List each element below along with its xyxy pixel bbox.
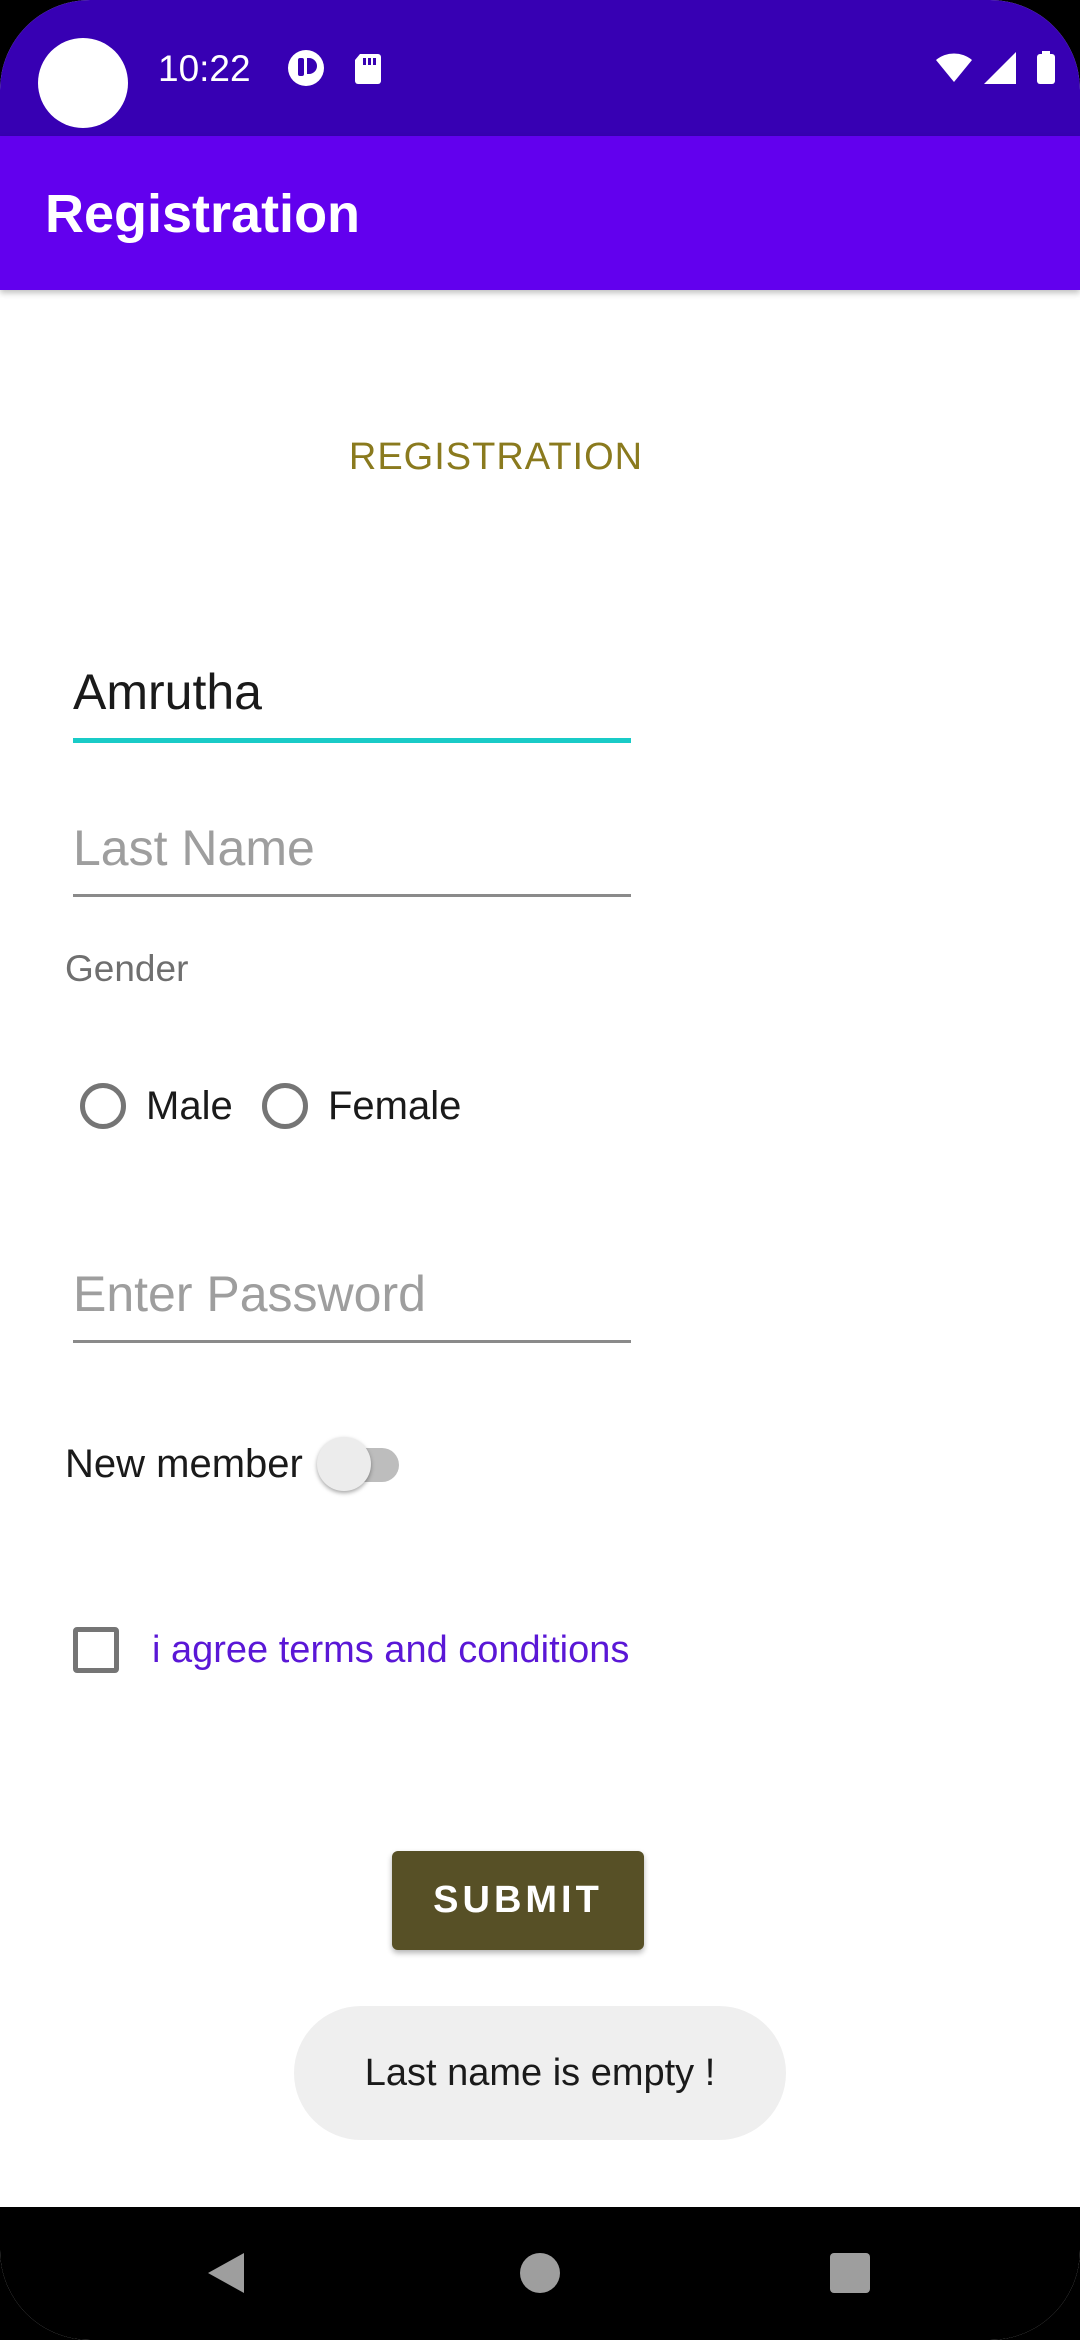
registration-heading: REGISTRATION	[348, 436, 644, 478]
recents-icon[interactable]	[820, 2243, 880, 2303]
battery-icon	[1037, 51, 1055, 84]
new-member-label: New member	[65, 1441, 303, 1486]
password-underline	[73, 1340, 631, 1343]
status-bar: 10:22	[0, 0, 1080, 136]
toast-message: Last name is empty !	[294, 2006, 786, 2140]
radio-circle-icon[interactable]	[262, 1083, 308, 1129]
submit-button[interactable]: SUBMIT	[392, 1851, 644, 1950]
terms-checkbox[interactable]	[73, 1627, 119, 1673]
terms-checkbox-row[interactable]: i agree terms and conditions	[73, 1624, 629, 1676]
status-time: 10:22	[158, 48, 251, 89]
back-icon[interactable]	[196, 2243, 256, 2303]
first-name-input[interactable]: Amrutha	[73, 660, 631, 724]
radio-label-female: Female	[328, 1083, 462, 1128]
switch-thumb[interactable]	[316, 1437, 371, 1491]
password-field[interactable]: Enter Password	[73, 1262, 631, 1343]
app-title: Registration	[45, 184, 361, 244]
cell-signal-icon	[984, 52, 1016, 84]
last-name-underline	[73, 894, 631, 897]
new-member-row: New member	[65, 1436, 403, 1492]
app-notification-icon	[288, 50, 324, 86]
gender-radio-male[interactable]: Male	[80, 1078, 233, 1134]
device-screen: 10:22 Registration REGISTRATION Amrutha	[0, 0, 1080, 2340]
wifi-icon	[936, 53, 972, 82]
home-icon[interactable]	[510, 2243, 570, 2303]
gender-radio-female[interactable]: Female	[262, 1078, 461, 1134]
navigation-bar	[0, 2207, 1080, 2340]
last-name-input[interactable]: Last Name	[73, 816, 631, 880]
last-name-field[interactable]: Last Name	[73, 816, 631, 897]
terms-label[interactable]: i agree terms and conditions	[152, 1629, 629, 1672]
camera-cutout	[38, 38, 128, 128]
gender-label: Gender	[65, 948, 189, 989]
sd-card-icon	[355, 54, 381, 84]
first-name-field[interactable]: Amrutha	[73, 660, 631, 743]
app-bar: Registration	[0, 136, 1080, 290]
password-input[interactable]: Enter Password	[73, 1262, 631, 1326]
first-name-underline	[73, 738, 631, 743]
radio-circle-icon[interactable]	[80, 1083, 126, 1129]
new-member-switch[interactable]	[315, 1436, 403, 1492]
radio-label-male: Male	[146, 1083, 233, 1128]
